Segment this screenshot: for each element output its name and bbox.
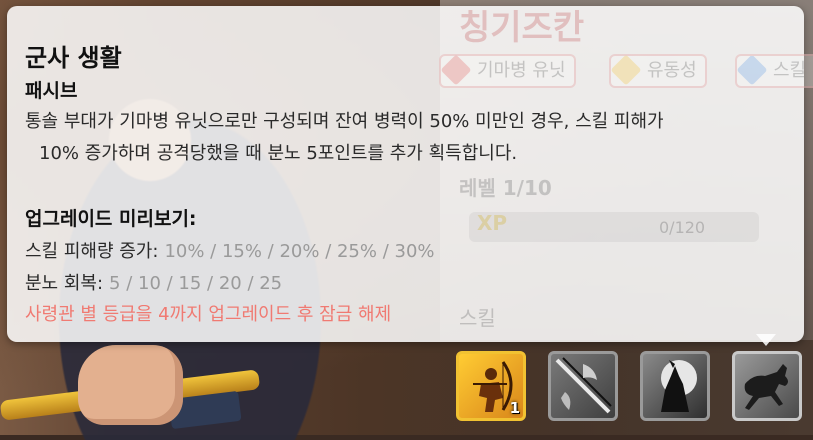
upgrade-row-values: 10% / 15% / 20% / 25% / 30% bbox=[164, 241, 435, 262]
skill-description: 통솔 부대가 기마병 유닛으로만 구성되며 잔여 병력이 50% 미만인 경우,… bbox=[25, 106, 795, 170]
skill-level-badge: 1 bbox=[509, 399, 520, 417]
xp-bar bbox=[469, 212, 759, 242]
arrows-icon bbox=[610, 54, 642, 86]
xp-value: 0/120 bbox=[659, 218, 706, 237]
skills-heading: 스킬 bbox=[459, 306, 496, 330]
xp-icon: XP bbox=[477, 211, 508, 235]
badge-cavalry: 기마병 유닛 bbox=[439, 54, 576, 88]
howling-wolf-icon bbox=[661, 360, 697, 412]
badge-mobility: 유동성 bbox=[609, 54, 707, 88]
skill-tooltip: 칭기즈칸 기마병 유닛 유동성 스킬 레벨 1/10 XP 0/120 스킬 군… bbox=[7, 6, 813, 342]
skill-slot-slash[interactable] bbox=[548, 351, 618, 421]
level-indicator: 레벨 1/10 bbox=[459, 176, 552, 200]
hero-name: 칭기즈칸 bbox=[459, 8, 585, 48]
skill-description-line1: 통솔 부대가 기마병 유닛으로만 구성되며 잔여 병력이 50% 미만인 경우,… bbox=[25, 111, 664, 132]
upgrade-row-values: 5 / 10 / 15 / 20 / 25 bbox=[109, 273, 283, 294]
upgrade-preview-heading: 업그레이드 미리보기: bbox=[25, 208, 197, 230]
skill-slot-wolf[interactable] bbox=[640, 351, 710, 421]
badge-mobility-label: 유동성 bbox=[647, 60, 697, 81]
skill-type: 패시브 bbox=[25, 80, 78, 102]
upgrade-row-damage: 스킬 피해량 증가: 10% / 15% / 20% / 25% / 30% bbox=[25, 237, 435, 263]
skill-slot-archer[interactable]: 1 bbox=[456, 351, 526, 421]
horse-icon bbox=[440, 54, 472, 86]
star-icon bbox=[737, 56, 768, 86]
skill-description-line2: 10% 증가하며 공격당했을 때 분노 5포인트를 추가 획득합니다. bbox=[39, 143, 518, 164]
galloping-horse-icon bbox=[744, 364, 788, 410]
skill-slot-horse[interactable] bbox=[732, 351, 802, 421]
upgrade-row-label: 분노 회복: bbox=[25, 273, 104, 294]
badge-cavalry-label: 기마병 유닛 bbox=[477, 60, 566, 81]
tooltip-pointer bbox=[756, 334, 776, 346]
skill-title: 군사 생활 bbox=[25, 44, 122, 72]
upgrade-row-rage: 분노 회복: 5 / 10 / 15 / 20 / 25 bbox=[25, 269, 282, 295]
badge-skill: 스킬 bbox=[735, 54, 813, 88]
crossed-blades-icon bbox=[555, 357, 612, 414]
commander-fist bbox=[78, 345, 183, 425]
badge-skill-label: 스킬 bbox=[773, 60, 807, 81]
upgrade-row-label: 스킬 피해량 증가: bbox=[25, 241, 159, 262]
unlock-requirement: 사령관 별 등급을 4까지 업그레이드 후 잠금 해제 bbox=[25, 304, 392, 325]
